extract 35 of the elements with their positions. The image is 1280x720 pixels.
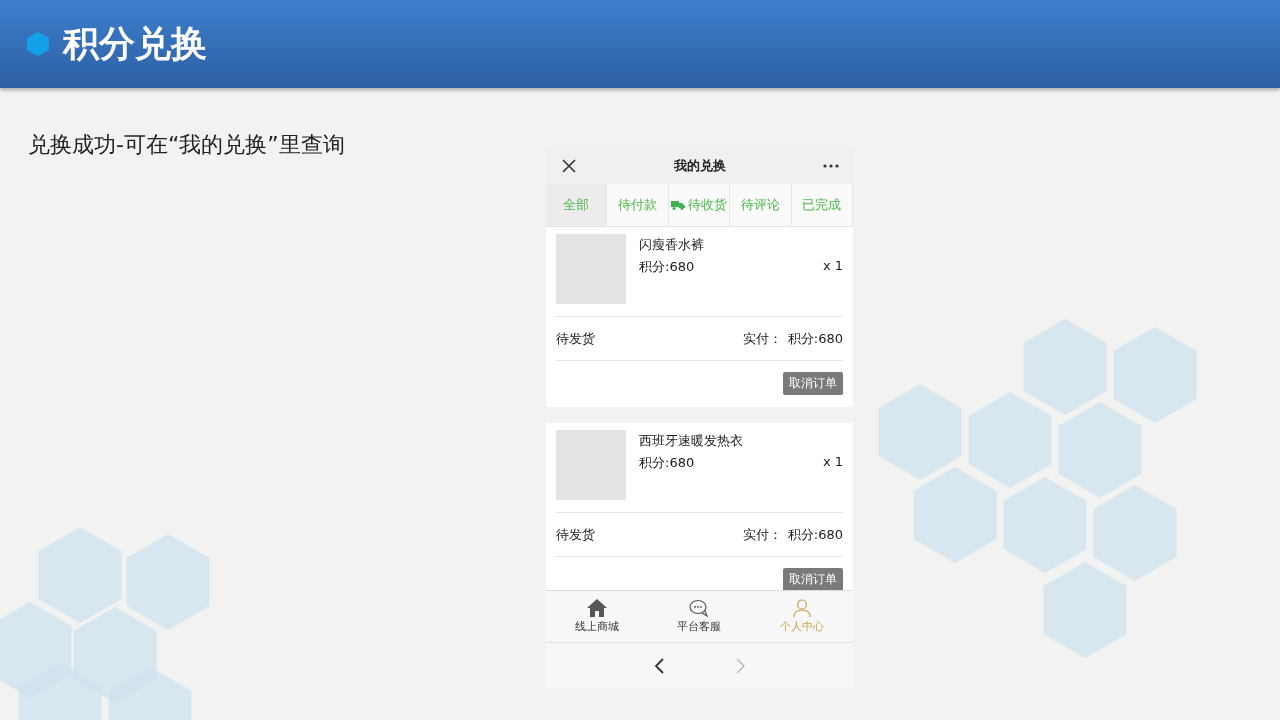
tabbar-item[interactable]: 个人中心: [750, 591, 853, 642]
paid-label: 实付：: [742, 329, 782, 348]
chat-icon: [689, 599, 710, 617]
back-icon[interactable]: [653, 657, 664, 674]
order-status: 待发货: [556, 525, 595, 544]
paid-amount: 积分:680: [787, 525, 843, 544]
person-icon: [792, 599, 811, 617]
filter-tab[interactable]: 全部: [546, 184, 608, 226]
filter-tab[interactable]: 待收货: [668, 184, 731, 226]
filter-tab[interactable]: 待评论: [730, 184, 792, 226]
product-points: 积分:680: [639, 258, 695, 276]
quantity-text: x 1: [822, 454, 843, 471]
screen-title: 我的兑换: [673, 156, 726, 175]
tabbar-item[interactable]: 平台客服: [648, 591, 751, 642]
cancel-order-button[interactable]: 取消订单: [783, 568, 843, 590]
quantity-text: x 1: [822, 258, 843, 275]
photo-placeholder: [556, 234, 626, 304]
cancel-order-button[interactable]: 取消订单: [783, 372, 843, 395]
filter-tab[interactable]: 已完成: [791, 184, 853, 226]
product-points: 积分:680: [639, 454, 695, 472]
caption-text: 兑换成功-可在“我的兑换”里查询: [28, 131, 346, 159]
order-status: 待发货: [556, 329, 595, 348]
paid-amount: 积分:680: [787, 329, 843, 348]
paid-label: 实付：: [742, 525, 782, 544]
hexagon-icon: [27, 32, 49, 56]
close-icon[interactable]: [562, 158, 576, 173]
photo-placeholder: [556, 430, 626, 500]
home-icon: [587, 599, 608, 617]
truck-icon: [671, 200, 685, 210]
slide-title: 积分兑换: [63, 21, 207, 66]
filter-tab[interactable]: 待付款: [607, 184, 669, 226]
tabbar-item[interactable]: 线上商城: [546, 591, 649, 642]
more-icon[interactable]: [823, 163, 839, 168]
product-name: 西班牙速暖发热衣: [639, 432, 743, 450]
product-name: 闪瘦香水裤: [639, 236, 704, 254]
